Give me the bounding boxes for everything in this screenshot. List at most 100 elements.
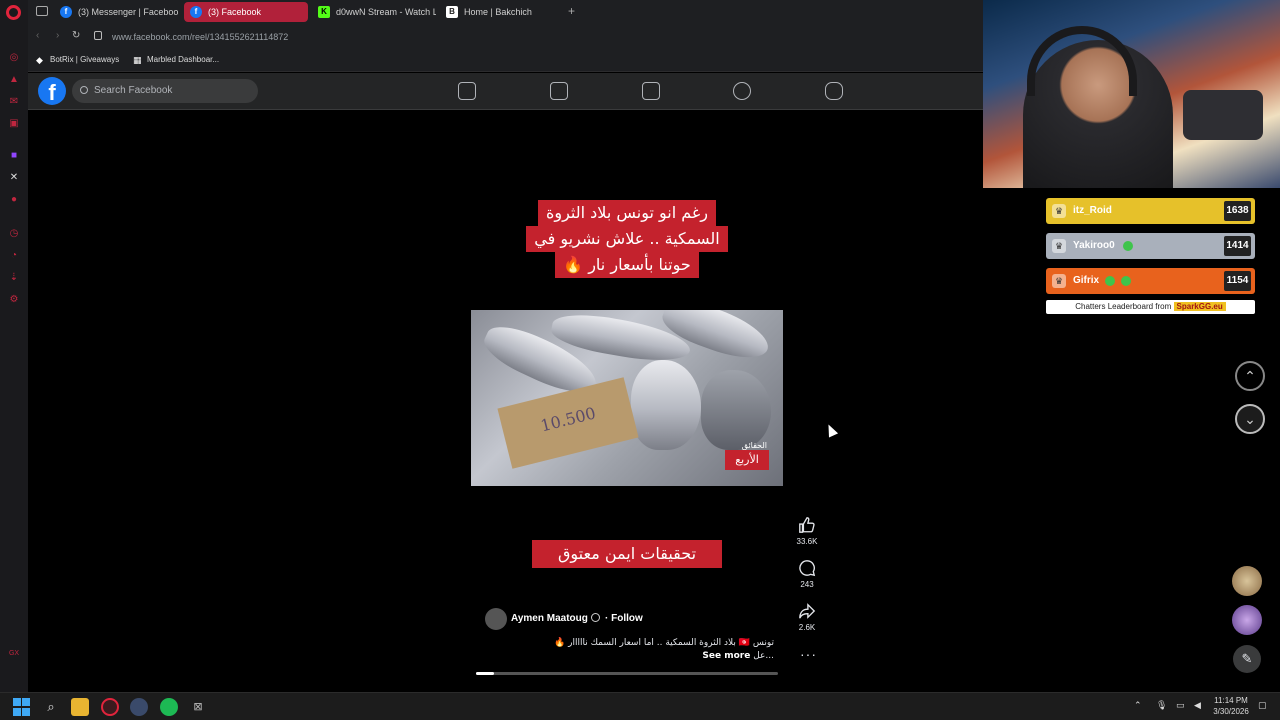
search-input[interactable]: Search Facebook xyxy=(72,79,258,103)
tab-kick-stream[interactable]: K d0wwN Stream - Watch L xyxy=(312,2,436,22)
comment-icon xyxy=(799,560,816,577)
downloads-icon[interactable]: ⇣ xyxy=(8,272,20,284)
taskbar-clock[interactable]: 11:14 PM 3/30/2026 xyxy=(1208,695,1254,717)
facebook-icon: f xyxy=(190,6,202,18)
volume-icon[interactable]: ◀ xyxy=(1194,700,1201,711)
new-message-button[interactable]: ✎ xyxy=(1233,645,1261,673)
leaderboard-row: ♛ Yakiroo0 1414 xyxy=(1046,233,1255,259)
tab-strip: f (3) Messenger | Facebook f (3) Faceboo… xyxy=(28,0,983,24)
tab-label: (3) Messenger | Facebook xyxy=(78,7,178,17)
leaderboard-name: Gifrix xyxy=(1073,275,1100,286)
history-icon[interactable]: ◷ xyxy=(8,228,20,240)
app-icon[interactable]: ⊠ xyxy=(189,698,207,716)
reel-caption-top: رغم انو تونس بلاد الثروة السمكية .. علاش… xyxy=(470,200,784,278)
leaderboard-score: 1638 xyxy=(1224,201,1251,221)
x-icon[interactable]: ✕ xyxy=(8,172,20,184)
leaderboard-footer-text: Chatters Leaderboard from xyxy=(1075,302,1174,311)
tab-messenger[interactable]: f (3) Messenger | Facebook xyxy=(54,2,178,22)
twitch-icon[interactable]: ■ xyxy=(8,150,20,162)
leaderboard-row: ♛ itz_Roid 1638 xyxy=(1046,198,1255,224)
share-count: 2.6K xyxy=(798,623,816,632)
instagram-icon[interactable]: ▣ xyxy=(8,118,20,130)
comment-button[interactable]: 243 xyxy=(790,559,824,589)
leaderboard-score: 1154 xyxy=(1224,271,1251,291)
follow-button[interactable]: · Follow xyxy=(605,613,643,624)
bookmarks-bar: ◆ BotRix | Giveaways ▦ Marbled Dashboar.… xyxy=(28,50,983,72)
opera-gx-icon[interactable] xyxy=(101,698,119,716)
like-icon xyxy=(799,517,815,533)
spotify-icon[interactable] xyxy=(160,698,178,716)
contact-avatar[interactable] xyxy=(1232,605,1262,635)
messenger-icon[interactable]: ✉ xyxy=(8,96,20,108)
price-card: 10.500 xyxy=(497,377,639,469)
screen: ◎ ▲ ✉ ▣ ■ ✕ ● ◷ ◔ ⇣ ⚙ GX f (3) Messenger… xyxy=(0,0,1280,720)
steam-icon[interactable] xyxy=(130,698,148,716)
opera-sidebar: ◎ ▲ ✉ ▣ ■ ✕ ● ◷ ◔ ⇣ ⚙ GX xyxy=(0,0,28,692)
leaderboard-score: 1414 xyxy=(1224,236,1251,256)
badge-icon xyxy=(1121,276,1131,286)
bookmark-botrix[interactable]: ◆ BotRix | Giveaways xyxy=(36,55,120,65)
notifications-icon[interactable]: ▢ xyxy=(1258,700,1267,711)
author-avatar[interactable] xyxy=(485,608,507,630)
tab-bakchich[interactable]: B Home | Bakchich xyxy=(440,2,550,22)
bookmark-label: BotRix | Giveaways xyxy=(50,55,120,64)
clock-time: 11:14 PM xyxy=(1214,696,1248,705)
previous-reel-button[interactable]: ⌃ xyxy=(1235,361,1265,391)
tab-menu-icon[interactable] xyxy=(36,6,48,16)
aria-icon[interactable]: ▲ xyxy=(8,74,20,86)
facebook-logo-icon[interactable]: f xyxy=(38,77,66,105)
comment-count: 243 xyxy=(800,580,814,589)
sparkgg-brand: SparkGG.eu xyxy=(1173,302,1226,311)
discord-icon[interactable]: ● xyxy=(8,194,20,206)
leaderboard-footer: Chatters Leaderboard from SparkGG.eu xyxy=(1046,300,1255,314)
home-icon[interactable] xyxy=(458,82,476,100)
url-field[interactable]: www.facebook.com/reel/1341552621114872 xyxy=(112,32,288,42)
tab-facebook[interactable]: f (3) Facebook xyxy=(184,2,308,22)
groups-icon[interactable] xyxy=(733,82,751,100)
gx-icon[interactable]: GX xyxy=(8,648,20,660)
fish-shape xyxy=(631,360,701,450)
clock-icon[interactable]: ◔ xyxy=(8,250,20,262)
author-name[interactable]: Aymen Maatoug xyxy=(511,613,588,624)
reel-progress-bar[interactable] xyxy=(476,672,778,675)
bookmark-marbled[interactable]: ▦ Marbled Dashboar... xyxy=(133,55,219,65)
new-tab-button[interactable]: + xyxy=(568,4,575,18)
opera-logo-icon[interactable] xyxy=(6,5,21,20)
network-icon[interactable]: ▭ xyxy=(1176,700,1185,711)
contact-avatar[interactable] xyxy=(1232,566,1262,596)
start-icon[interactable] xyxy=(13,698,31,716)
progress-fill xyxy=(476,672,495,675)
speed-dial-icon[interactable]: ◎ xyxy=(8,52,20,64)
headset-shape xyxy=(1027,26,1137,96)
reel-description: تونس 🇹🇳 بلاد الثروة السمكية .. اما اسعار… xyxy=(554,638,774,648)
facebook-topbar: f Search Facebook xyxy=(28,73,983,110)
back-button[interactable]: ‹ xyxy=(36,30,39,41)
share-button[interactable]: 2.6K xyxy=(790,602,824,632)
like-button[interactable]: 33.6K xyxy=(790,516,824,546)
fish-shape xyxy=(701,370,771,450)
price-text: 10.500 xyxy=(538,403,598,436)
streamer-webcam xyxy=(983,0,1280,188)
crown-icon: ♛ xyxy=(1052,274,1066,288)
microphone-icon[interactable]: 🎙 xyxy=(1156,700,1167,711)
settings-icon[interactable]: ⚙ xyxy=(8,294,20,306)
gaming-icon[interactable] xyxy=(825,82,843,100)
search-icon xyxy=(80,86,88,94)
file-explorer-icon[interactable] xyxy=(71,698,89,716)
lock-icon xyxy=(94,31,102,40)
leaderboard-name: Yakiroo0 xyxy=(1073,240,1115,251)
see-more-link[interactable]: See more xyxy=(702,651,750,661)
forward-button[interactable]: › xyxy=(56,30,59,41)
reload-button[interactable]: ↻ xyxy=(72,30,80,41)
chevron-up-icon[interactable]: ⌃ xyxy=(1134,700,1142,711)
windows-taskbar: ⌕ ⊠ ⌃ 🎙 ▭ ◀ 11:14 PM 3/30/2026 ▢ xyxy=(0,692,1280,720)
next-reel-button[interactable]: ⌄ xyxy=(1235,404,1265,434)
marketplace-icon[interactable] xyxy=(642,82,660,100)
leaderboard-name: itz_Roid xyxy=(1073,205,1112,216)
more-options-button[interactable]: ··· xyxy=(800,646,817,662)
reel-video-frame[interactable]: 10.500 الحقائق الأربع xyxy=(471,310,783,486)
watermark-small: الحقائق xyxy=(741,441,767,450)
video-icon[interactable] xyxy=(550,82,568,100)
search-icon[interactable]: ⌕ xyxy=(42,698,60,716)
reel-caption-bottom: تحقيقات ايمن معتوق xyxy=(532,540,722,568)
